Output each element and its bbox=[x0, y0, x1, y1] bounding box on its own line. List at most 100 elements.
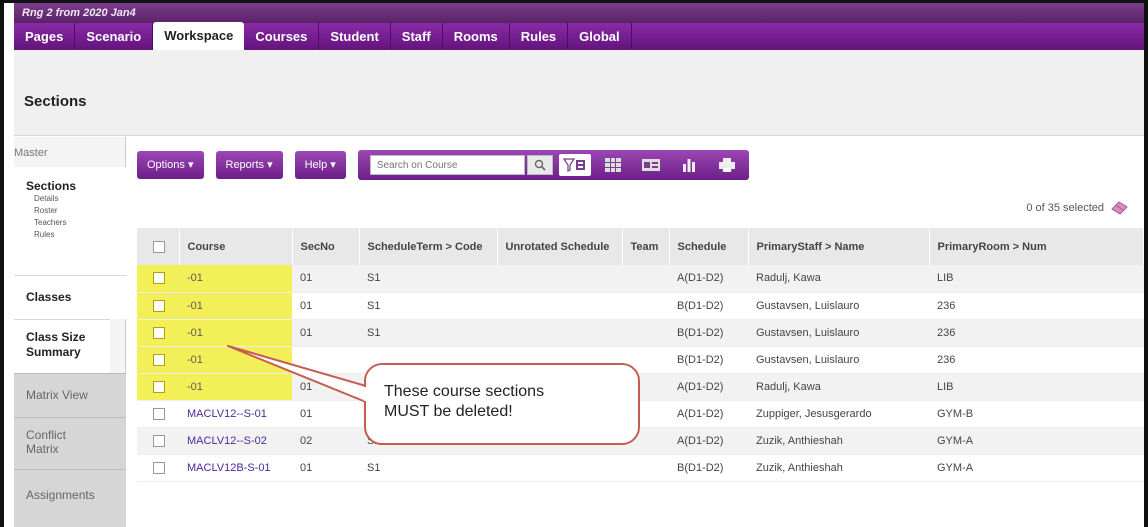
row-checkbox[interactable] bbox=[153, 380, 165, 393]
table-row[interactable]: -01 01 A(D1-D2) Radulj, Kawa LIB bbox=[137, 373, 1144, 401]
table-row[interactable]: MACLV12--S-02 02 S2 A(D1-D2) Zuzik, Anth… bbox=[137, 427, 1144, 455]
table-row[interactable]: MACLV12B-S-01 01 S1 B(D1-D2) Zuzik, Anth… bbox=[137, 454, 1144, 482]
tab-rules[interactable]: Rules bbox=[510, 23, 569, 50]
print-icon bbox=[718, 158, 735, 172]
cell-room: GYM-B bbox=[929, 400, 1144, 428]
table-row[interactable]: MACLV12--S-01 01 A(D1-D2) Zuppiger, Jesu… bbox=[137, 400, 1144, 428]
select-all-checkbox[interactable] bbox=[153, 240, 165, 253]
help-button[interactable]: Help ▾ bbox=[294, 151, 346, 179]
sidebar-item-classes[interactable]: Classes bbox=[14, 275, 126, 319]
row-select-cell bbox=[137, 346, 179, 374]
reports-button[interactable]: Reports ▾ bbox=[215, 151, 283, 179]
page-title: Sections bbox=[24, 93, 87, 110]
cell-secno: 01 bbox=[292, 265, 359, 293]
course-link[interactable]: -01 bbox=[187, 381, 203, 393]
cell-schedule: B(D1-D2) bbox=[669, 292, 748, 320]
tab-staff[interactable]: Staff bbox=[391, 23, 443, 50]
cell-team bbox=[622, 292, 669, 320]
cell-term: S1 bbox=[359, 454, 497, 482]
print-button[interactable] bbox=[711, 154, 743, 176]
col-secno[interactable]: SecNo bbox=[292, 228, 360, 265]
sidebar-item-sections[interactable]: Sections Details Roster Teachers Rules bbox=[14, 167, 126, 275]
row-select-cell bbox=[137, 292, 179, 320]
search-button[interactable] bbox=[526, 155, 553, 175]
sidebar-item-conflict-matrix[interactable]: Conflict Matrix bbox=[14, 417, 126, 469]
course-link[interactable]: MACLV12B-S-01 bbox=[187, 462, 271, 474]
course-link[interactable]: -01 bbox=[187, 354, 203, 366]
col-unrotated-schedule[interactable]: Unrotated Schedule bbox=[497, 228, 623, 265]
cell-room: 236 bbox=[929, 319, 1144, 347]
sidebar-item-assignments[interactable]: Assignments bbox=[14, 469, 126, 527]
sidebar-item-matrix-view[interactable]: Matrix View bbox=[14, 373, 126, 417]
course-link[interactable]: -01 bbox=[187, 327, 203, 339]
row-select-cell bbox=[137, 427, 179, 455]
cell-secno: 01 bbox=[292, 400, 359, 428]
eraser-icon[interactable] bbox=[1110, 201, 1128, 215]
cell-staff: Radulj, Kawa bbox=[748, 373, 929, 401]
course-link[interactable]: MACLV12--S-01 bbox=[187, 408, 267, 420]
card-view-button[interactable] bbox=[635, 154, 667, 176]
bar-chart-icon bbox=[682, 159, 695, 172]
table-row[interactable]: -01 01 S1 A(D1-D2) Radulj, Kawa LIB bbox=[137, 265, 1144, 293]
col-course[interactable]: Course bbox=[179, 228, 293, 265]
row-checkbox[interactable] bbox=[153, 299, 165, 312]
selection-count-text: 0 of 35 selected bbox=[1026, 202, 1104, 214]
row-select-cell bbox=[137, 373, 179, 401]
tab-rooms[interactable]: Rooms bbox=[443, 23, 510, 50]
top-nav: Pages Scenario Workspace Courses Student… bbox=[14, 22, 1144, 50]
grid-view-button[interactable] bbox=[597, 154, 629, 176]
page-header: Sections bbox=[14, 50, 1144, 136]
cell-course: -01 bbox=[179, 319, 292, 347]
table-row[interactable]: -01 B(D1-D2) Gustavsen, Luislauro 236 bbox=[137, 346, 1144, 374]
sidebar-item-class-size-summary[interactable]: Class Size Summary bbox=[14, 319, 110, 373]
row-checkbox[interactable] bbox=[153, 461, 165, 474]
row-checkbox[interactable] bbox=[153, 272, 165, 285]
tab-student[interactable]: Student bbox=[319, 23, 391, 50]
row-select-cell bbox=[137, 400, 179, 428]
course-link[interactable]: MACLV12--S-02 bbox=[187, 435, 267, 447]
search-bar bbox=[357, 150, 749, 180]
master-label: Master bbox=[14, 147, 48, 159]
tab-courses[interactable]: Courses bbox=[244, 23, 320, 50]
tab-scenario[interactable]: Scenario bbox=[75, 23, 154, 50]
table-row[interactable]: -01 01 S1 B(D1-D2) Gustavsen, Luislauro … bbox=[137, 319, 1144, 347]
row-checkbox[interactable] bbox=[153, 434, 165, 447]
filter-button[interactable] bbox=[558, 154, 591, 176]
col-team[interactable]: Team bbox=[622, 228, 670, 265]
options-button[interactable]: Options ▾ bbox=[137, 151, 204, 179]
tab-pages[interactable]: Pages bbox=[14, 23, 76, 50]
row-select-cell bbox=[137, 454, 179, 482]
cell-term: S1 bbox=[359, 319, 497, 347]
col-primary-staff[interactable]: PrimaryStaff > Name bbox=[748, 228, 930, 265]
cell-room: GYM-A bbox=[929, 427, 1144, 455]
row-checkbox[interactable] bbox=[153, 326, 165, 339]
cell-staff: Zuppiger, Jesusgerardo bbox=[748, 400, 929, 428]
cell-staff: Radulj, Kawa bbox=[748, 265, 929, 293]
col-primary-room[interactable]: PrimaryRoom > Num bbox=[929, 228, 1144, 265]
cell-team bbox=[622, 454, 669, 482]
sidebar-sub-rules[interactable]: Rules bbox=[34, 229, 126, 241]
col-schedule[interactable]: Schedule bbox=[669, 228, 749, 265]
sections-table: Course SecNo ScheduleTerm > Code Unrotat… bbox=[137, 228, 1144, 482]
col-schedule-term[interactable]: ScheduleTerm > Code bbox=[359, 228, 498, 265]
tab-workspace[interactable]: Workspace bbox=[153, 22, 245, 50]
cell-team bbox=[622, 265, 669, 293]
cell-staff: Gustavsen, Luislauro bbox=[748, 292, 929, 320]
selection-count: 0 of 35 selected bbox=[1026, 201, 1128, 215]
sidebar-sub-roster[interactable]: Roster bbox=[34, 205, 126, 217]
cell-unrotated bbox=[497, 292, 622, 320]
sidebar: Master Sections Details Roster Teachers … bbox=[14, 137, 126, 527]
row-checkbox[interactable] bbox=[153, 353, 165, 366]
search-input[interactable] bbox=[369, 155, 525, 175]
sidebar-sub-details[interactable]: Details bbox=[34, 193, 126, 205]
chart-button[interactable] bbox=[673, 154, 705, 176]
row-checkbox[interactable] bbox=[153, 407, 165, 420]
sidebar-sub-teachers[interactable]: Teachers bbox=[34, 217, 126, 229]
course-link[interactable]: -01 bbox=[187, 272, 203, 284]
cell-schedule: B(D1-D2) bbox=[669, 454, 748, 482]
course-link[interactable]: -01 bbox=[187, 300, 203, 312]
cell-secno: 01 bbox=[292, 373, 359, 401]
table-row[interactable]: -01 01 S1 B(D1-D2) Gustavsen, Luislauro … bbox=[137, 292, 1144, 320]
tab-global[interactable]: Global bbox=[568, 23, 632, 50]
sidebar-sections-label: Sections bbox=[26, 179, 77, 193]
